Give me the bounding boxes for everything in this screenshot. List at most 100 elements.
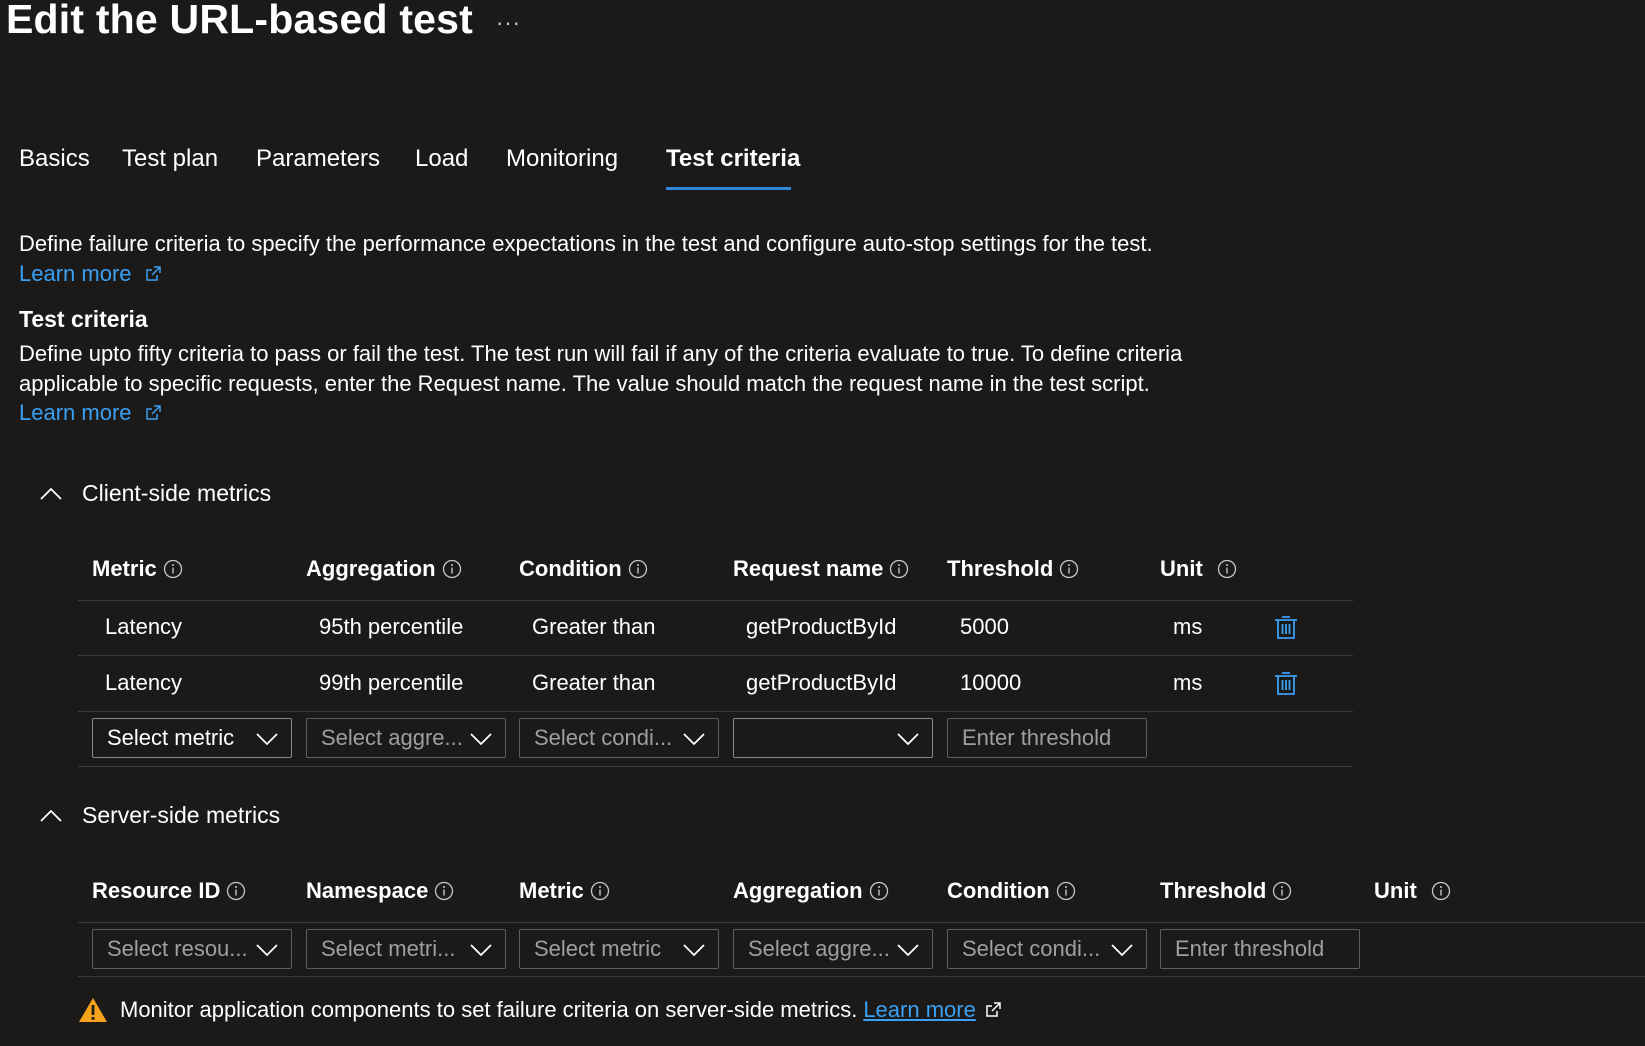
info-icon[interactable]: [889, 559, 909, 579]
server-threshold-input[interactable]: [1160, 929, 1360, 969]
cell-condition: Greater than: [532, 670, 656, 695]
active-tab-indicator: [666, 187, 791, 190]
request-name-dropdown[interactable]: [733, 718, 933, 758]
chevron-down-icon: [897, 944, 919, 957]
test-criteria-learn-more[interactable]: Learn more: [19, 400, 162, 426]
column-header-label: Resource ID: [92, 878, 221, 903]
info-icon[interactable]: [628, 559, 648, 579]
info-icon[interactable]: [1217, 559, 1237, 579]
info-icon[interactable]: [590, 881, 610, 901]
cell-threshold: 5000: [960, 614, 1009, 639]
test-criteria-description-line2: applicable to specific requests, enter t…: [19, 371, 1150, 396]
chevron-down-icon: [683, 944, 705, 957]
page-title: Edit the URL-based test: [6, 0, 474, 42]
cell-aggregation: 95th percentile: [319, 614, 464, 639]
info-icon[interactable]: [869, 881, 889, 901]
column-header-label: Metric: [92, 556, 157, 581]
server-side-metrics-toggle[interactable]: Server-side metrics: [38, 802, 280, 829]
external-link-icon: [986, 1002, 1001, 1017]
chevron-up-icon: [40, 809, 62, 822]
info-icon[interactable]: [1059, 559, 1079, 579]
column-header-metric: Metric: [519, 878, 610, 904]
warning-icon: [79, 998, 107, 1022]
dropdown-value: Select metri...: [321, 936, 456, 961]
condition-dropdown[interactable]: Select condi...: [519, 718, 719, 758]
more-options-button[interactable]: ···: [496, 10, 521, 36]
warning-learn-more-link[interactable]: Learn more: [863, 997, 976, 1023]
cell-aggregation: 99th percentile: [319, 670, 464, 695]
column-header-label: Threshold: [1160, 878, 1267, 903]
delete-icon[interactable]: [1273, 613, 1299, 641]
divider: [78, 600, 1353, 601]
intro-text: Define failure criteria to specify the p…: [19, 231, 1153, 256]
dropdown-value: Select resou...: [107, 936, 248, 961]
info-icon[interactable]: [1272, 881, 1292, 901]
cell-request-name: getProductById: [746, 670, 897, 695]
chevron-down-icon: [683, 733, 705, 746]
column-header-unit: Unit: [1160, 556, 1237, 582]
cell-request-name: getProductById: [746, 614, 897, 639]
column-header-threshold: Threshold: [947, 556, 1079, 582]
tab-parameters[interactable]: Parameters: [256, 145, 380, 173]
client-side-metrics-label: Client-side metrics: [82, 480, 272, 506]
chevron-up-icon: [40, 487, 62, 500]
warning-text: Monitor application components to set fa…: [120, 997, 858, 1022]
column-header-unit: Unit: [1374, 878, 1451, 904]
tab-basics[interactable]: Basics: [19, 145, 90, 173]
intro-learn-more-link[interactable]: Learn more: [19, 261, 132, 286]
namespace-dropdown[interactable]: Select metri...: [306, 929, 506, 969]
client-side-metrics-toggle[interactable]: Client-side metrics: [38, 480, 271, 507]
server-condition-dropdown[interactable]: Select condi...: [947, 929, 1147, 969]
dropdown-value: Select aggre...: [748, 936, 890, 961]
tab-load[interactable]: Load: [415, 145, 468, 173]
column-header-namespace: Namespace: [306, 878, 454, 904]
column-header-label: Unit: [1160, 556, 1203, 581]
column-header-label: Metric: [519, 878, 584, 903]
column-header-label: Threshold: [947, 556, 1054, 581]
chevron-down-icon: [256, 944, 278, 957]
column-header-threshold: Threshold: [1160, 878, 1292, 904]
server-metric-dropdown[interactable]: Select metric: [519, 929, 719, 969]
column-header-condition: Condition: [519, 556, 648, 582]
divider: [78, 922, 1645, 923]
divider: [78, 976, 1645, 977]
server-aggregation-dropdown[interactable]: Select aggre...: [733, 929, 933, 969]
cell-unit: ms: [1173, 670, 1203, 695]
external-link-icon: [145, 266, 161, 281]
metric-dropdown[interactable]: Select metric: [92, 718, 292, 758]
test-criteria-learn-more-link[interactable]: Learn more: [19, 400, 132, 425]
cell-threshold: 10000: [960, 670, 1022, 695]
column-header-label: Condition: [519, 556, 622, 581]
column-header-aggregation: Aggregation: [306, 556, 462, 582]
tab-monitoring[interactable]: Monitoring: [506, 145, 618, 173]
info-icon[interactable]: [442, 559, 462, 579]
chevron-down-icon: [1111, 944, 1133, 957]
intro-learn-more[interactable]: Learn more: [19, 261, 162, 287]
column-header-label: Unit: [1374, 878, 1417, 903]
cell-condition: Greater than: [532, 614, 656, 639]
tab-test-criteria[interactable]: Test criteria: [666, 145, 800, 190]
info-icon[interactable]: [1056, 881, 1076, 901]
column-header-label: Aggregation: [733, 878, 863, 903]
test-criteria-description-line1: Define upto fifty criteria to pass or fa…: [19, 341, 1183, 366]
info-icon[interactable]: [226, 881, 246, 901]
delete-icon[interactable]: [1273, 669, 1299, 697]
cell-metric: Latency: [105, 614, 183, 639]
dropdown-value: Select aggre...: [321, 725, 463, 750]
column-header-label: Aggregation: [306, 556, 436, 581]
dropdown-value: Select metric: [534, 936, 662, 961]
info-icon[interactable]: [1431, 881, 1451, 901]
cell-unit: ms: [1173, 614, 1203, 639]
divider: [78, 711, 1353, 712]
column-header-label: Namespace: [306, 878, 429, 903]
resource-id-dropdown[interactable]: Select resou...: [92, 929, 292, 969]
info-icon[interactable]: [434, 881, 454, 901]
cell-metric: Latency: [105, 670, 183, 695]
threshold-input[interactable]: [947, 718, 1147, 758]
tab-test-plan[interactable]: Test plan: [122, 145, 218, 173]
info-icon[interactable]: [163, 559, 183, 579]
test-criteria-heading: Test criteria: [19, 306, 148, 332]
column-header-label: Request name: [733, 556, 884, 581]
aggregation-dropdown[interactable]: Select aggre...: [306, 718, 506, 758]
warning-message: Monitor application components to set fa…: [78, 996, 1002, 1024]
